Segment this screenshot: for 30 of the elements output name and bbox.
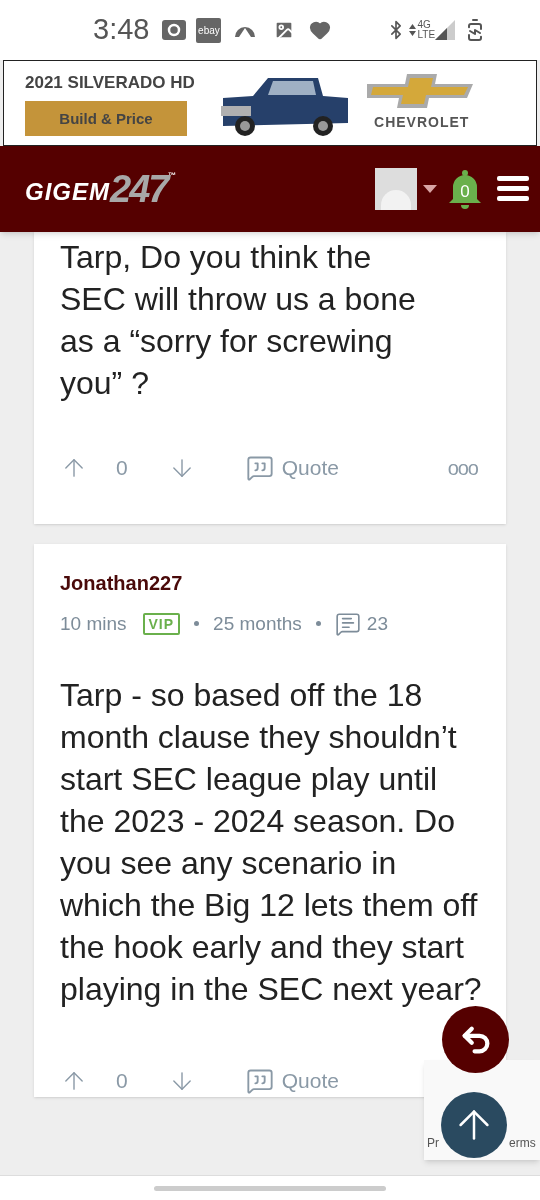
ad-brand: CHEVROLET	[374, 112, 470, 132]
ad-cta-button[interactable]: Build & Price	[25, 101, 187, 137]
posts-icon	[334, 610, 361, 637]
separator-dot	[194, 621, 200, 627]
signal-icon	[435, 20, 456, 40]
ad-banner[interactable]: 2021 SILVERADO HD Build & Price CHEVROLET	[3, 60, 537, 146]
terms-link[interactable]: erms	[509, 1134, 536, 1152]
vip-badge: VIP	[142, 612, 181, 635]
vote-count: 0	[116, 1068, 128, 1094]
post-text: Tarp, Do you think the SEC will throw us a bone as a “sorry for screwing you” ?	[59, 238, 417, 403]
status-time: 3:48	[93, 12, 150, 48]
network-type: 4G LTE	[417, 20, 436, 40]
post-count: 23	[366, 611, 388, 636]
caret-icon[interactable]	[423, 185, 437, 193]
app-notification-icon: ebay	[196, 17, 222, 43]
member-tenure: 25 months	[213, 611, 302, 636]
menu-icon[interactable]	[497, 176, 529, 202]
camera-icon	[162, 20, 187, 40]
avatar[interactable]	[375, 168, 417, 210]
separator-dot	[315, 621, 321, 627]
post-time: 10 mins	[60, 611, 127, 636]
heart-icon	[309, 19, 332, 41]
post-text: Tarp - so based off the 18 month clause they shouldn’t start SEC league play until the 2023 - 2024 season. Do you see any scenario in which the Big 12 lets them off the hook early and they start playing in the SEC next year?	[60, 676, 483, 1009]
data-arrows-icon	[409, 24, 417, 36]
privacy-link[interactable]: Pr	[427, 1134, 439, 1152]
home-indicator[interactable]	[154, 1185, 386, 1191]
post-author[interactable]: Jonathan227	[60, 567, 480, 598]
vote-count: 0	[116, 455, 128, 481]
ad-headline: 2021 SILVERADO HD	[25, 71, 195, 94]
site-logo[interactable]: GIGEM247™	[25, 170, 176, 208]
